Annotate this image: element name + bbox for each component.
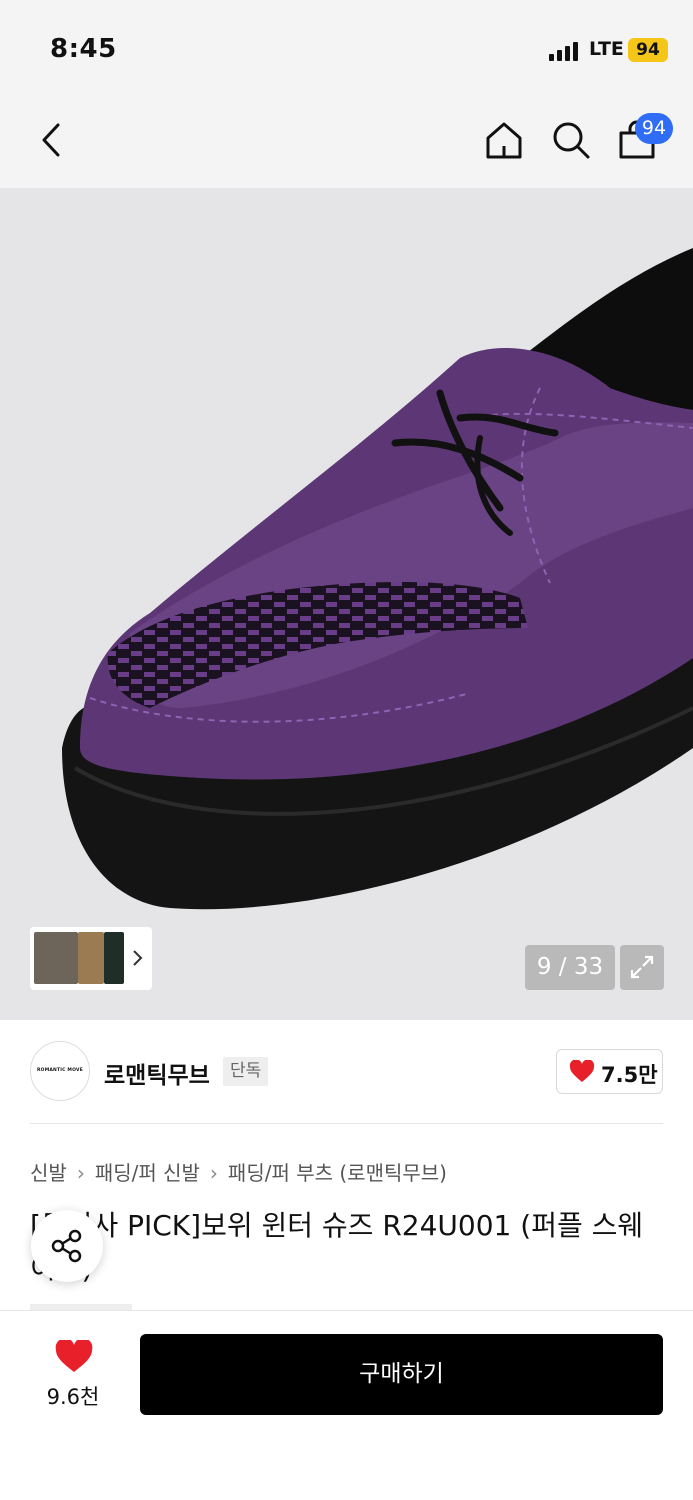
share-icon — [51, 1229, 82, 1263]
image-page-counter: 9 / 33 — [525, 945, 615, 990]
shoe-image — [62, 248, 693, 910]
thumbnail-3[interactable] — [104, 932, 124, 984]
back-arrow-icon[interactable] — [38, 122, 66, 158]
home-icon[interactable] — [484, 120, 524, 160]
breadcrumb-item[interactable]: 패딩/퍼 부츠 (로맨틱무브) — [228, 1161, 447, 1185]
heart-icon — [569, 1060, 595, 1082]
share-button[interactable] — [31, 1210, 103, 1282]
breadcrumb-item[interactable]: 신발 — [30, 1161, 67, 1185]
brand-like-button[interactable]: 7.5만 — [556, 1049, 663, 1094]
status-bar: 8:45 LTE 94 — [0, 0, 693, 96]
buy-button[interactable]: 구매하기 — [140, 1334, 663, 1415]
chevron-right-icon[interactable] — [131, 949, 143, 967]
network-label: LTE — [589, 38, 624, 60]
breadcrumb: 신발 › 패딩/퍼 신발 › 패딩/퍼 부츠 (로맨틱무브) — [30, 1157, 447, 1186]
status-time: 8:45 — [50, 34, 117, 64]
wishlist-heart-icon[interactable] — [55, 1340, 93, 1374]
divider — [30, 1123, 663, 1124]
expand-icon — [630, 955, 654, 979]
product-title: [무신사 PICK]보위 윈터 슈즈 R24U001 (퍼플 스웨이드) — [30, 1209, 644, 1285]
brand-like-count: 7.5만 — [601, 1063, 658, 1087]
search-icon[interactable] — [551, 120, 591, 160]
cart-count-badge: 94 — [635, 113, 673, 144]
brand-name[interactable]: 로맨틱무브 — [104, 1056, 210, 1090]
thumbnail-1[interactable] — [34, 932, 78, 984]
chevron-right-icon: › — [76, 1161, 85, 1185]
battery-icon: 94 — [628, 38, 668, 62]
thumbnail-2[interactable] — [78, 932, 104, 984]
top-nav — [0, 96, 693, 188]
brand-logo[interactable]: ROMANTIC MOVE — [30, 1041, 90, 1101]
exclusive-badge: 단독 — [223, 1057, 269, 1086]
product-image[interactable] — [0, 188, 693, 1020]
chevron-right-icon: › — [209, 1161, 218, 1185]
signal-icon — [549, 41, 583, 61]
breadcrumb-item[interactable]: 패딩/퍼 신발 — [95, 1161, 200, 1185]
wishlist-count: 9.6천 — [46, 1385, 100, 1409]
expand-image-button[interactable] — [620, 945, 664, 990]
thumbnail-strip[interactable] — [30, 927, 152, 990]
